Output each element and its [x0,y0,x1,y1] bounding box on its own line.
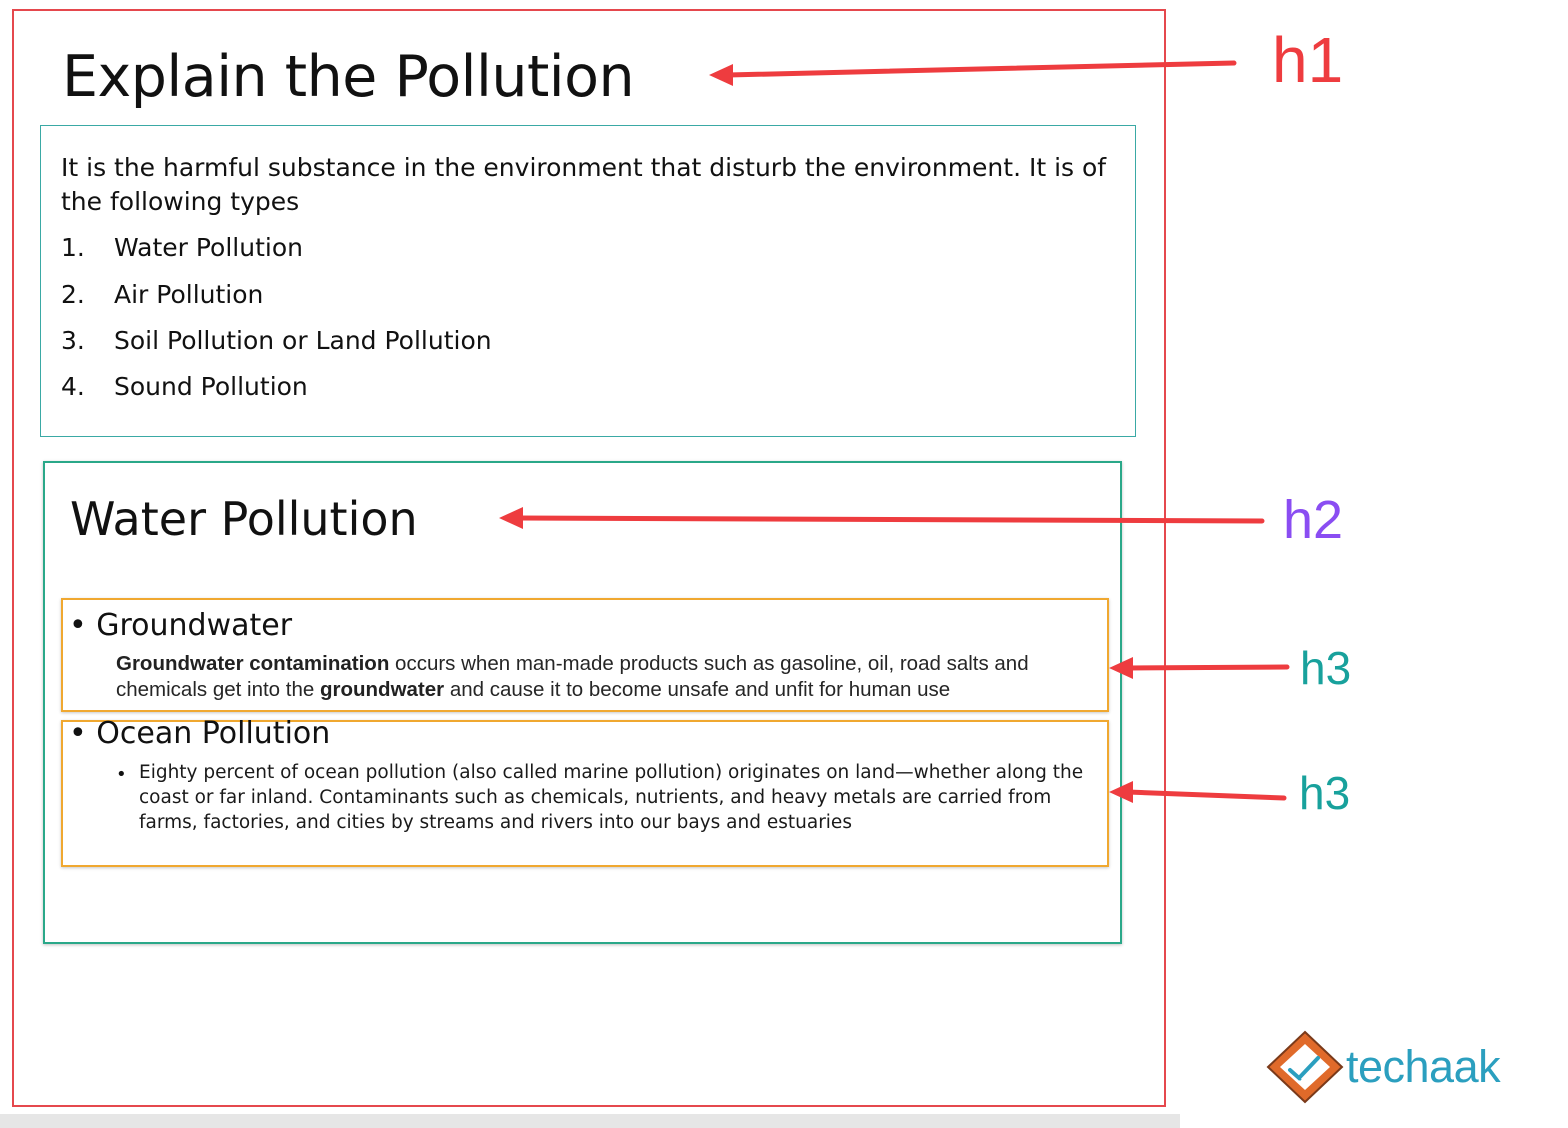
groundwater-heading: • Groundwater [69,606,292,646]
horizontal-scrollbar[interactable] [0,1114,1180,1128]
list-label: Air Pollution [114,280,264,309]
techaak-logo-icon [1266,1030,1344,1104]
groundwater-text-2: and cause it to become unsafe and unfit … [444,677,951,701]
list-item: 1. Water Pollution [61,231,303,265]
section-title: Water Pollution [70,492,418,546]
list-item: 4. Sound Pollution [61,370,308,404]
page-title: Explain the Pollution [62,44,635,110]
bullet-icon: • [69,608,87,643]
list-label: Water Pollution [114,233,303,262]
list-number: 3. [61,326,85,355]
label-h1: h1 [1272,24,1344,96]
groundwater-body: Groundwater contamination occurs when ma… [116,651,1096,702]
list-label: Sound Pollution [114,372,308,401]
groundwater-bold-2: groundwater [319,677,445,701]
list-item: 3. Soil Pollution or Land Pollution [61,324,492,358]
sub-bullet-icon: • [116,764,127,785]
list-number: 1. [61,233,85,262]
intro-paragraph: It is the harmful substance in the envir… [61,153,1107,216]
techaak-logo-text: techaak [1346,1041,1501,1092]
bullet-icon: • [69,716,87,751]
label-h3: h3 [1299,767,1351,819]
list-number: 2. [61,280,85,309]
ocean-heading: • Ocean Pollution [69,714,330,754]
label-h2: h2 [1283,490,1344,550]
groundwater-bold-1: Groundwater contamination [116,652,390,675]
list-label: Soil Pollution or Land Pollution [114,326,492,355]
list-number: 4. [61,372,85,401]
ocean-heading-text: Ocean Pollution [96,716,331,751]
ocean-body: Eighty percent of ocean pollution (also … [139,762,1084,833]
groundwater-heading-text: Groundwater [96,608,293,643]
list-item: 2. Air Pollution [61,278,263,312]
label-h3: h3 [1300,642,1352,694]
